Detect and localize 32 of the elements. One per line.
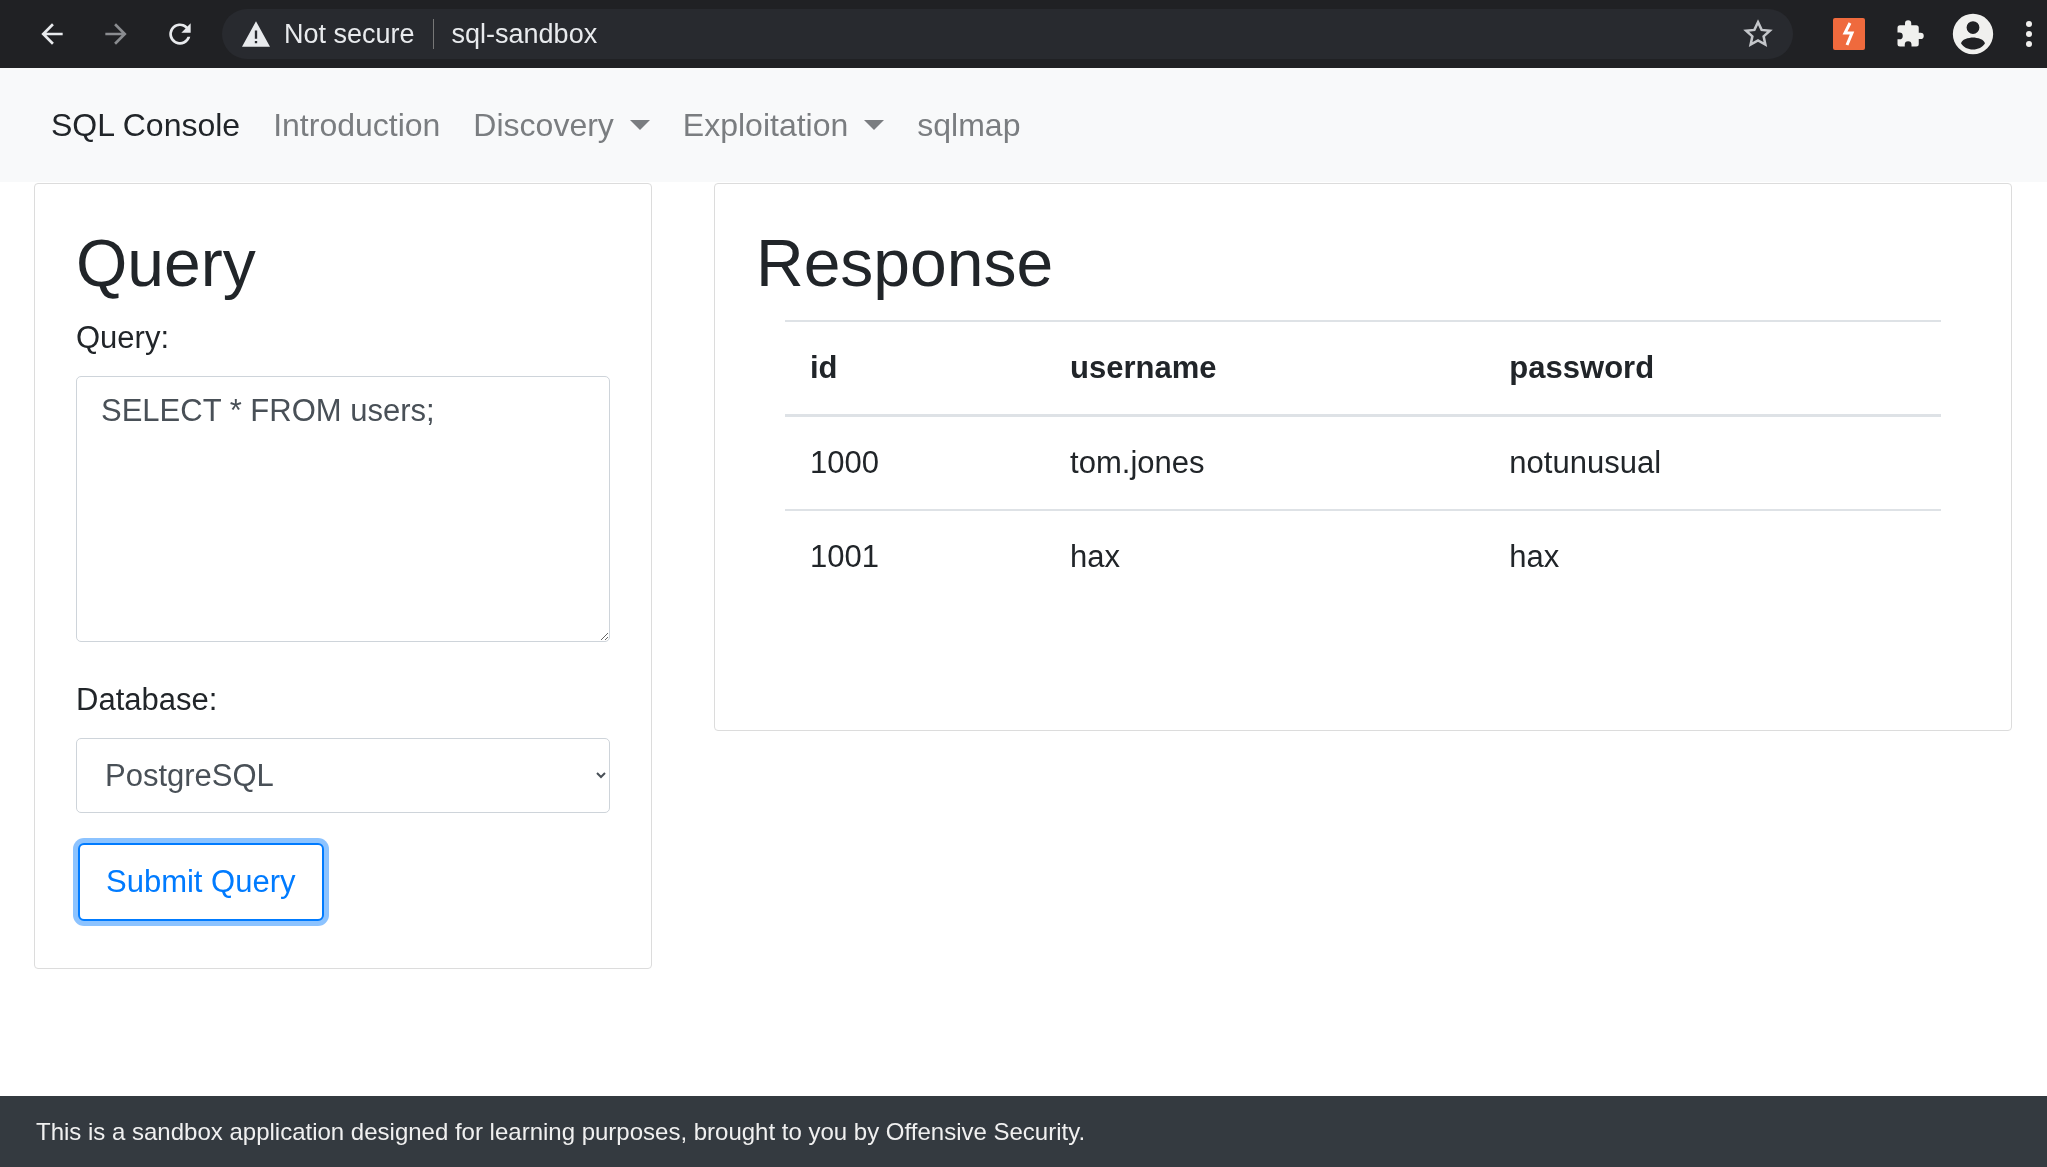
navbar-brand[interactable]: SQL Console <box>51 106 241 144</box>
caret-icon <box>864 120 885 130</box>
database-select[interactable]: PostgreSQL <box>76 737 610 813</box>
table-cell: 1000 <box>785 415 1046 510</box>
warning-icon <box>242 21 270 47</box>
url-text[interactable]: sql-sandbox <box>451 18 1743 50</box>
table-cell: hax <box>1045 509 1485 603</box>
table-cell: tom.jones <box>1045 415 1485 510</box>
nav-link[interactable]: Introduction <box>273 106 441 144</box>
nav-dropdown[interactable]: Exploitation <box>682 106 885 144</box>
field-label: Database: <box>76 681 219 718</box>
bookmark-star-icon[interactable] <box>1743 19 1773 49</box>
card-title: Response <box>756 226 1055 302</box>
footer-text: This is a sandbox application designed for learning purposes, brought to you by Offensive Security. <box>0 1096 2047 1167</box>
nav-link[interactable]: sqlmap <box>917 106 1021 144</box>
nav-dropdown[interactable]: Discovery <box>473 106 650 144</box>
column-header: username <box>1045 320 1485 416</box>
card-title: Query <box>76 226 257 302</box>
table-cell: 1001 <box>785 509 1046 603</box>
field-label: Query: <box>76 319 171 356</box>
column-header: password <box>1484 320 1941 416</box>
puzzle-icon[interactable] <box>1895 19 1925 49</box>
column-header: id <box>785 320 1046 416</box>
menu-icon[interactable] <box>2025 20 2033 48</box>
caret-icon <box>629 120 650 130</box>
submit-button[interactable]: Submit Query <box>78 842 324 921</box>
security-status[interactable]: Not secure <box>284 18 415 50</box>
table-cell: notunusual <box>1484 415 1941 510</box>
table-cell: hax <box>1484 509 1941 603</box>
extension-icon[interactable] <box>1833 18 1865 50</box>
profile-icon[interactable] <box>1951 12 1995 56</box>
query-field[interactable]: SELECT * FROM users; <box>76 375 610 642</box>
